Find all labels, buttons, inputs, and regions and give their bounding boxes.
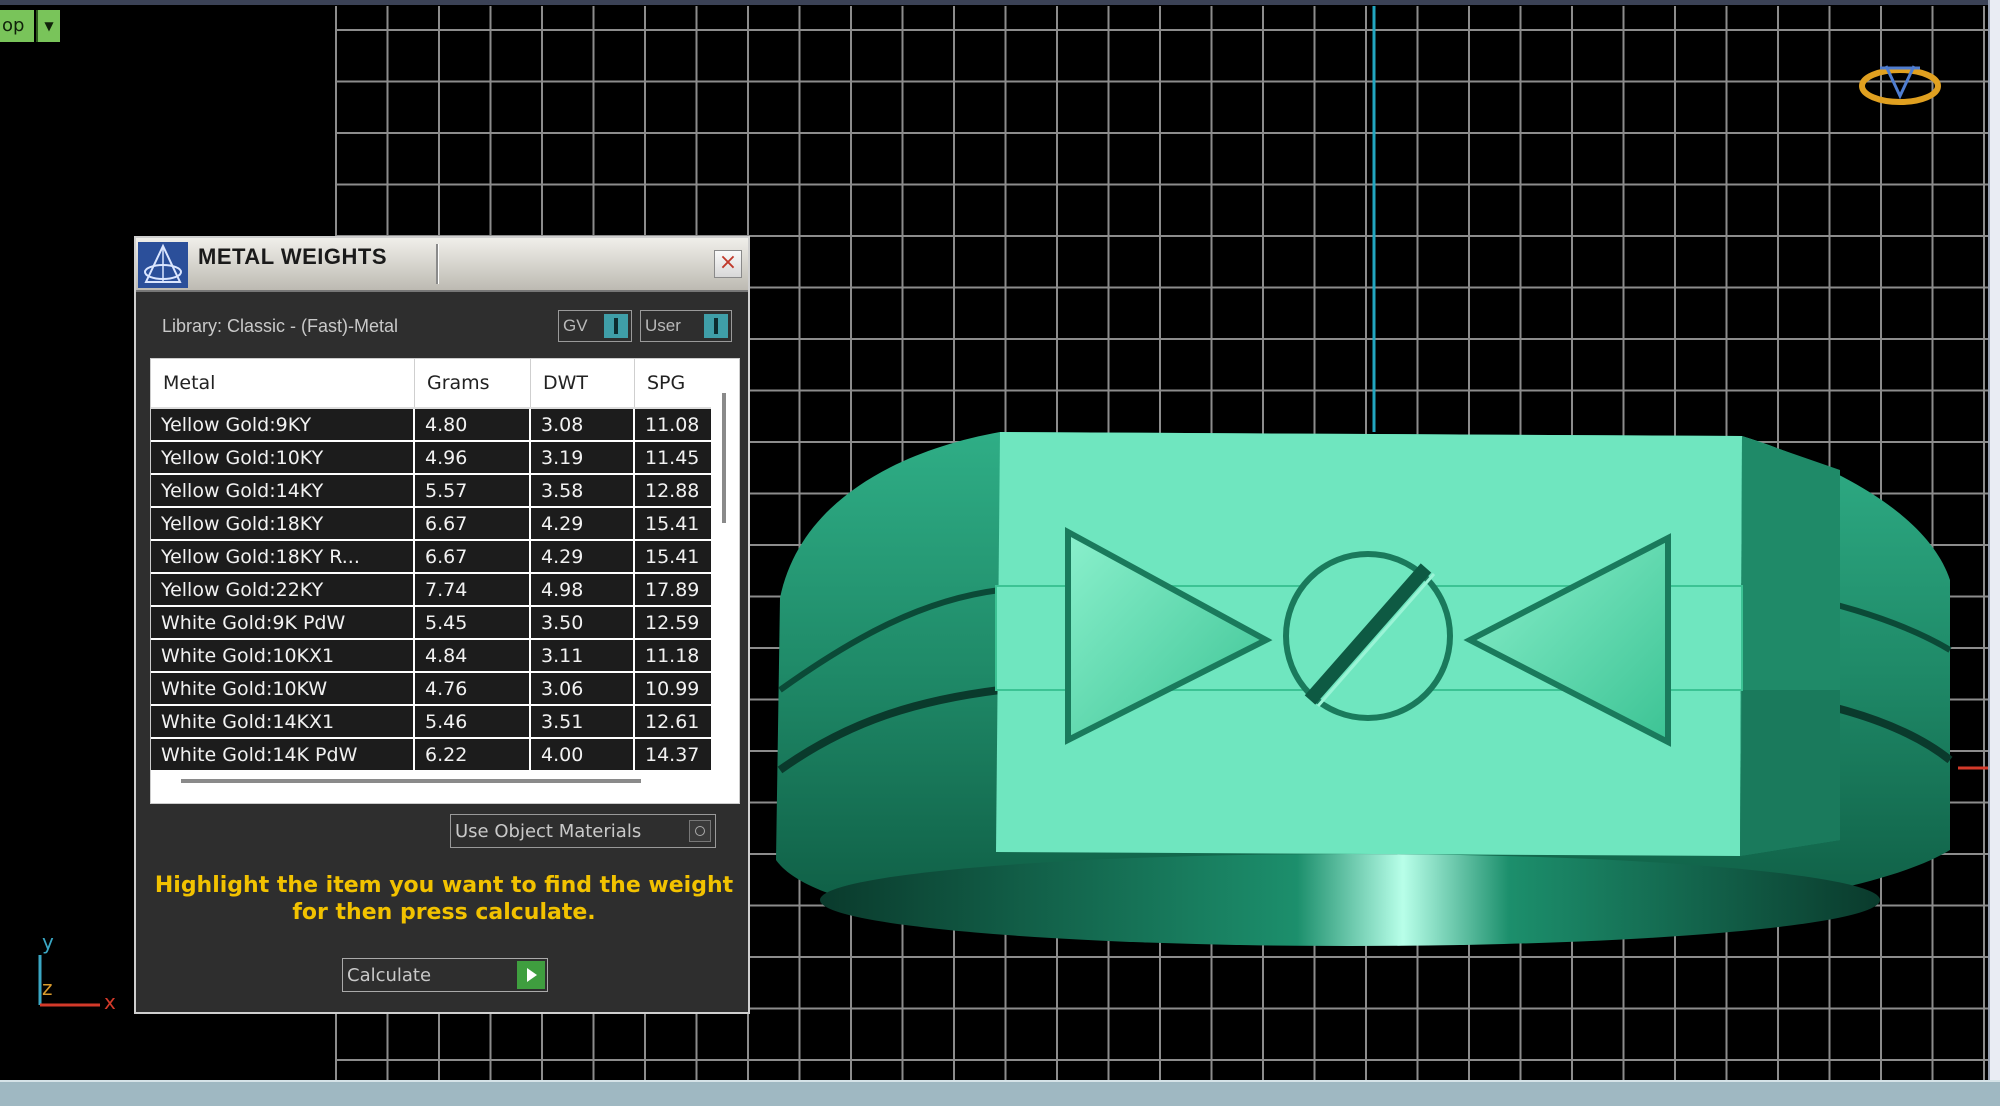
cell-metal: Yellow Gold:9KY xyxy=(151,409,415,441)
cell-spg: 10.99 xyxy=(645,678,700,700)
cell-dwt: 3.51 xyxy=(531,706,635,738)
column-header-spg[interactable]: SPG xyxy=(635,359,711,407)
cell-dwt: 4.00 xyxy=(531,739,635,771)
cell-spg: 12.88 xyxy=(645,480,700,502)
cell-spg: 11.18 xyxy=(645,645,700,667)
table-row[interactable]: White Gold:14K PdW 6.22 4.00 14.37 xyxy=(151,739,711,771)
cell-spg: 14.37 xyxy=(645,744,700,766)
cell-grams: 4.84 xyxy=(415,640,531,672)
table-row[interactable]: White Gold:10KX1 4.84 3.11 11.18 xyxy=(151,640,711,672)
calculate-button[interactable]: Calculate xyxy=(342,958,548,992)
horizontal-scrollbar[interactable] xyxy=(181,777,641,785)
title-separator xyxy=(436,244,438,284)
status-bar xyxy=(0,1080,2000,1106)
view-dropdown[interactable]: op ▼ xyxy=(0,10,60,42)
cell-metal: White Gold:9K PdW xyxy=(151,607,415,639)
table-row[interactable]: Yellow Gold:18KY R... 6.67 4.29 15.41 xyxy=(151,541,711,573)
table-row[interactable]: Yellow Gold:9KY 4.80 3.08 11.08 xyxy=(151,409,711,441)
cell-spg: 11.45 xyxy=(645,447,700,469)
scrollbar-thumb[interactable] xyxy=(722,393,726,523)
table-row[interactable]: White Gold:9K PdW 5.45 3.50 12.59 xyxy=(151,607,711,639)
library-label: Library: Classic - (Fast)-Metal xyxy=(162,316,399,336)
gv-toggle[interactable]: GV xyxy=(558,310,632,342)
cell-grams: 7.74 xyxy=(415,574,531,606)
cell-dwt: 3.50 xyxy=(531,607,635,639)
window-edge xyxy=(1988,0,2000,1080)
cell-spg: 12.61 xyxy=(645,711,700,733)
use-object-materials-label: Use Object Materials xyxy=(455,821,642,842)
cell-metal: Yellow Gold:10KY xyxy=(151,442,415,474)
dialog-titlebar[interactable]: METAL WEIGHTS × xyxy=(136,238,748,292)
cell-grams: 6.67 xyxy=(415,541,531,573)
title-strip xyxy=(0,0,1990,5)
column-header-dwt[interactable]: DWT xyxy=(531,359,635,407)
table-row[interactable]: White Gold:14KX1 5.46 3.51 12.61 xyxy=(151,706,711,738)
cell-dwt: 3.06 xyxy=(531,673,635,705)
chevron-down-icon[interactable]: ▼ xyxy=(36,10,60,42)
cell-grams: 5.45 xyxy=(415,607,531,639)
cell-metal: Yellow Gold:22KY xyxy=(151,574,415,606)
cell-metal: Yellow Gold:18KY xyxy=(151,508,415,540)
toggle-indicator-icon xyxy=(704,314,728,338)
cell-grams: 6.22 xyxy=(415,739,531,771)
toggle-indicator-icon xyxy=(604,314,628,338)
table-row[interactable]: Yellow Gold:18KY 6.67 4.29 15.41 xyxy=(151,508,711,540)
cell-dwt: 3.58 xyxy=(531,475,635,507)
cell-metal: White Gold:10KW xyxy=(151,673,415,705)
cell-grams: 6.67 xyxy=(415,508,531,540)
close-button[interactable]: × xyxy=(714,250,742,278)
axis-label-y: y xyxy=(42,930,54,954)
cell-spg: 11.08 xyxy=(645,414,700,436)
metal-weights-table[interactable]: Metal Grams DWT SPG Yellow Gold:9KY 4.80 3… xyxy=(150,358,740,804)
gv-toggle-label: GV xyxy=(563,316,588,335)
scrollbar-thumb[interactable] xyxy=(181,779,641,783)
cell-grams: 4.76 xyxy=(415,673,531,705)
matrix-logo-icon xyxy=(138,242,188,288)
cell-dwt: 3.19 xyxy=(531,442,635,474)
vertical-scrollbar[interactable] xyxy=(719,377,729,777)
cell-dwt: 4.98 xyxy=(531,574,635,606)
cell-dwt: 4.29 xyxy=(531,541,635,573)
axis-label-z: z xyxy=(42,976,53,1000)
cell-grams: 5.57 xyxy=(415,475,531,507)
cell-metal: White Gold:14KX1 xyxy=(151,706,415,738)
calculate-label: Calculate xyxy=(347,965,432,986)
cell-spg: 15.41 xyxy=(645,546,700,568)
play-arrow-icon xyxy=(517,961,545,989)
cell-dwt: 3.08 xyxy=(531,409,635,441)
cell-metal: White Gold:10KX1 xyxy=(151,640,415,672)
column-header-metal[interactable]: Metal xyxy=(151,359,415,407)
table-row[interactable]: Yellow Gold:10KY 4.96 3.19 11.45 xyxy=(151,442,711,474)
cell-spg: 12.59 xyxy=(645,612,700,634)
metal-weights-dialog: METAL WEIGHTS × Library: Classic - (Fast… xyxy=(134,236,750,1014)
table-row[interactable]: White Gold:10KW 4.76 3.06 10.99 xyxy=(151,673,711,705)
cell-metal: Yellow Gold:14KY xyxy=(151,475,415,507)
use-object-materials-checkbox[interactable]: Use Object Materials xyxy=(450,814,716,848)
view-cube-icon[interactable] xyxy=(1859,65,1941,105)
axis-label-x: x xyxy=(104,990,116,1014)
cell-grams: 5.46 xyxy=(415,706,531,738)
cell-grams: 4.96 xyxy=(415,442,531,474)
cell-spg: 15.41 xyxy=(645,513,700,535)
user-toggle[interactable]: User xyxy=(640,310,732,342)
cell-grams: 4.80 xyxy=(415,409,531,441)
cell-spg: 17.89 xyxy=(645,579,700,601)
view-dropdown-label: op xyxy=(0,10,34,42)
ring-model[interactable] xyxy=(776,432,1953,946)
cell-dwt: 3.11 xyxy=(531,640,635,672)
radio-icon[interactable] xyxy=(689,820,711,842)
table-row[interactable]: Yellow Gold:14KY 5.57 3.58 12.88 xyxy=(151,475,711,507)
dialog-title: METAL WEIGHTS xyxy=(198,244,388,269)
instructions-text: Highlight the item you want to find the … xyxy=(154,873,734,925)
cell-metal: White Gold:14K PdW xyxy=(151,739,415,771)
user-toggle-label: User xyxy=(645,316,681,335)
column-header-grams[interactable]: Grams xyxy=(415,359,531,407)
table-header: Metal Grams DWT SPG xyxy=(151,359,711,409)
cell-metal: Yellow Gold:18KY R... xyxy=(151,541,415,573)
cell-dwt: 4.29 xyxy=(531,508,635,540)
table-row[interactable]: Yellow Gold:22KY 7.74 4.98 17.89 xyxy=(151,574,711,606)
